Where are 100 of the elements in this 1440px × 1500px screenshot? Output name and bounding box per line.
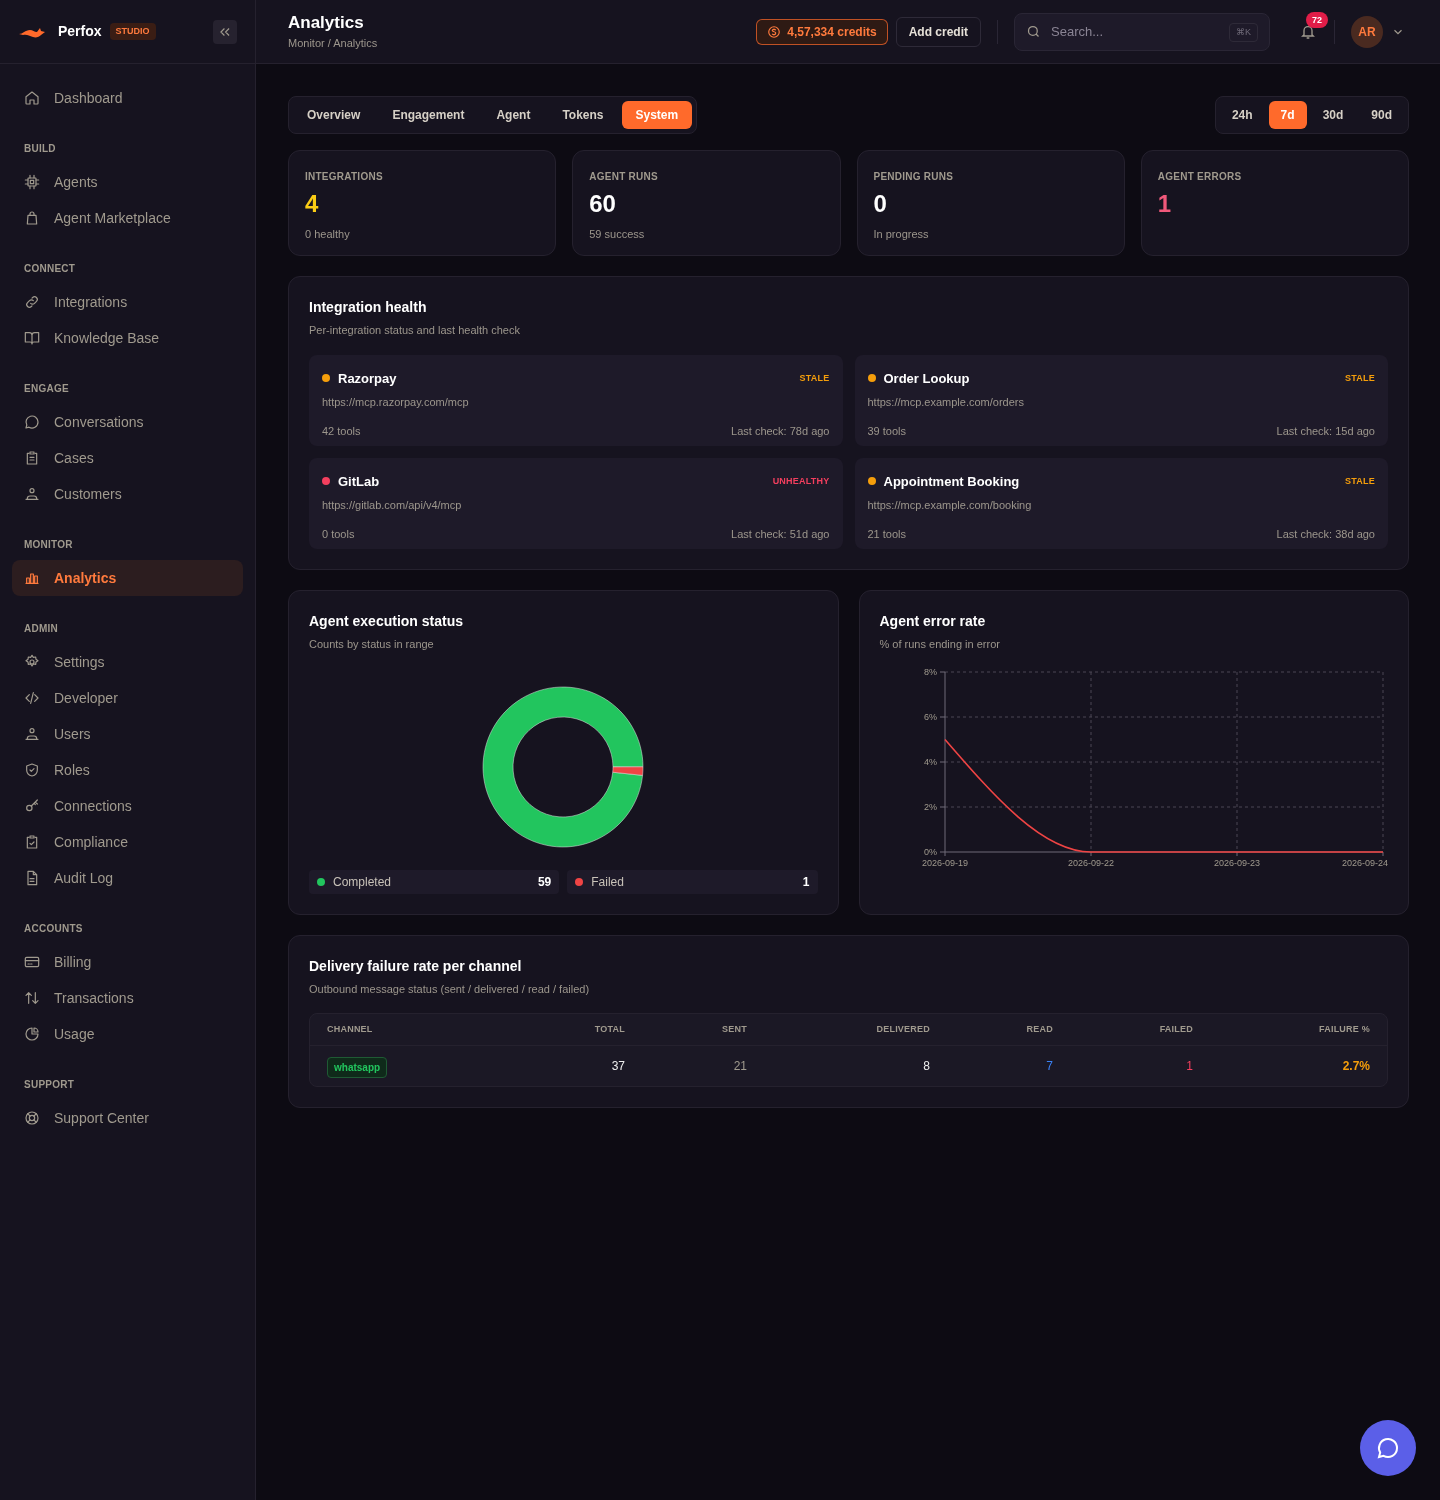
key-icon bbox=[24, 798, 40, 814]
status-label: STALE bbox=[799, 371, 830, 385]
chip-icon bbox=[24, 174, 40, 190]
tool-count: 42 tools bbox=[322, 423, 361, 439]
tab[interactable]: Tokens bbox=[548, 101, 618, 129]
shortcut-hint: ⌘K bbox=[1229, 22, 1258, 42]
nav-item[interactable]: Cases bbox=[12, 440, 243, 476]
nav-item[interactable]: Usage bbox=[12, 1016, 243, 1052]
section-heading: CONNECT bbox=[24, 261, 76, 276]
code-icon bbox=[24, 690, 40, 706]
stat-caption: In progress bbox=[873, 227, 930, 242]
nav-item[interactable]: Transactions bbox=[12, 980, 243, 1016]
nav-item[interactable]: Integrations bbox=[12, 284, 243, 320]
nav-item[interactable]: Developer bbox=[12, 680, 243, 716]
shield-icon bbox=[24, 762, 40, 778]
tab[interactable]: Agent bbox=[482, 101, 545, 129]
channel-tag: whatsapp bbox=[327, 1057, 388, 1078]
axis-label: 4% bbox=[923, 757, 937, 767]
arrows-icon bbox=[24, 990, 40, 1006]
column-header: READ bbox=[1025, 1022, 1053, 1036]
nav-item[interactable]: Analytics bbox=[12, 560, 243, 596]
column-header: TOTAL bbox=[593, 1022, 625, 1036]
nav-item[interactable]: Support Center bbox=[12, 1100, 243, 1136]
tab[interactable]: Engagement bbox=[378, 101, 479, 129]
section-heading: BUILD bbox=[24, 141, 56, 156]
column-header: SENT bbox=[721, 1022, 747, 1036]
bell-icon bbox=[1300, 23, 1316, 40]
add-credit-button[interactable]: Add credit bbox=[895, 16, 981, 47]
last-check: Last check: 51d ago bbox=[731, 526, 830, 542]
bar-chart-icon bbox=[24, 570, 40, 586]
nav-item[interactable]: Settings bbox=[12, 644, 243, 680]
nav-item[interactable]: Conversations bbox=[12, 404, 243, 440]
section-heading: MONITOR bbox=[24, 537, 73, 552]
search-icon bbox=[1026, 24, 1041, 39]
nav-item[interactable]: Roles bbox=[12, 752, 243, 788]
tool-count: 21 tools bbox=[867, 526, 907, 542]
column-header: FAILED bbox=[1158, 1022, 1193, 1036]
nav-item[interactable]: Compliance bbox=[12, 824, 243, 860]
axis-label: 2026-09-19 bbox=[921, 858, 968, 868]
nav-item[interactable]: Agent Marketplace bbox=[12, 200, 243, 236]
breadcrumb: Monitor / Analytics bbox=[288, 36, 378, 52]
card-icon bbox=[24, 954, 40, 970]
collapse-button[interactable] bbox=[213, 19, 237, 44]
home-icon bbox=[24, 90, 40, 106]
axis-label: 0% bbox=[923, 847, 937, 857]
legend-value: 59 bbox=[537, 873, 552, 891]
range-option[interactable]: 90d bbox=[1359, 101, 1404, 129]
nav-item[interactable]: Dashboard bbox=[12, 80, 243, 116]
lifebuoy-icon bbox=[24, 1110, 40, 1126]
nav-item[interactable]: Customers bbox=[12, 476, 243, 512]
axis-label: 2026-09-23 bbox=[1213, 858, 1260, 868]
table-cell-text: 7 bbox=[1045, 1058, 1053, 1075]
stat-label: PENDING RUNS bbox=[873, 170, 955, 184]
last-check: Last check: 78d ago bbox=[731, 423, 830, 439]
clipboard-check-icon bbox=[24, 834, 40, 850]
nav-item[interactable]: Audit Log bbox=[12, 860, 243, 896]
stat-label: AGENT ERRORS bbox=[1157, 170, 1243, 184]
chat-button[interactable] bbox=[1360, 1420, 1416, 1476]
table-cell-text: 37 bbox=[610, 1058, 625, 1075]
tab[interactable]: Overview bbox=[293, 101, 375, 129]
link-icon bbox=[24, 294, 40, 310]
card-subtitle: Counts by status in range bbox=[309, 636, 435, 652]
axis-label: 2026-09-22 bbox=[1067, 858, 1114, 868]
legend-label: Completed bbox=[333, 873, 392, 891]
card-title: Agent error rate bbox=[879, 611, 987, 631]
credits-button[interactable]: 4,57,334 credits bbox=[756, 18, 888, 45]
integration-name: Appointment Booking bbox=[883, 472, 1020, 491]
table-cell-text: 1 bbox=[1185, 1058, 1193, 1075]
stat-caption: 0 healthy bbox=[305, 227, 351, 242]
pie-chart-icon bbox=[24, 1026, 40, 1042]
page-title: Analytics bbox=[288, 12, 365, 35]
legend-label: Failed bbox=[591, 873, 624, 891]
legend-value: 1 bbox=[802, 873, 810, 891]
integration-name: Razorpay bbox=[338, 369, 397, 388]
stat-value: 0 bbox=[873, 189, 888, 219]
nav-item[interactable]: Users bbox=[12, 716, 243, 752]
nav-item[interactable]: Knowledge Base bbox=[12, 320, 243, 356]
nav-item[interactable]: Agents bbox=[12, 164, 243, 200]
range-option[interactable]: 30d bbox=[1310, 101, 1356, 129]
last-check: Last check: 38d ago bbox=[1276, 526, 1375, 542]
range-option[interactable]: 24h bbox=[1219, 101, 1265, 129]
clipboard-icon bbox=[24, 450, 40, 466]
status-label: STALE bbox=[1345, 474, 1375, 488]
nav-item[interactable]: Connections bbox=[12, 788, 243, 824]
table-cell-text: 2.7% bbox=[1341, 1058, 1370, 1075]
last-check: Last check: 15d ago bbox=[1276, 423, 1375, 439]
stat-caption: 59 success bbox=[589, 227, 646, 242]
avatar[interactable]: AR bbox=[1351, 15, 1383, 48]
integration-name: GitLab bbox=[338, 472, 380, 491]
studio-badge: STUDIO bbox=[109, 22, 156, 41]
card-subtitle: Per-integration status and last health check bbox=[309, 323, 521, 338]
stat-value: 4 bbox=[305, 189, 320, 219]
integration-url: https://mcp.example.com/booking bbox=[867, 498, 1033, 513]
stat-value: 60 bbox=[589, 189, 617, 219]
nav-item[interactable]: Billing bbox=[12, 944, 243, 980]
card-subtitle: Outbound message status (sent / delivered / read / failed) bbox=[309, 981, 591, 997]
tool-count: 0 tools bbox=[322, 526, 355, 542]
stat-label: INTEGRATIONS bbox=[305, 170, 384, 184]
integration-url: https://mcp.razorpay.com/mcp bbox=[322, 395, 470, 410]
people-icon bbox=[24, 726, 40, 742]
